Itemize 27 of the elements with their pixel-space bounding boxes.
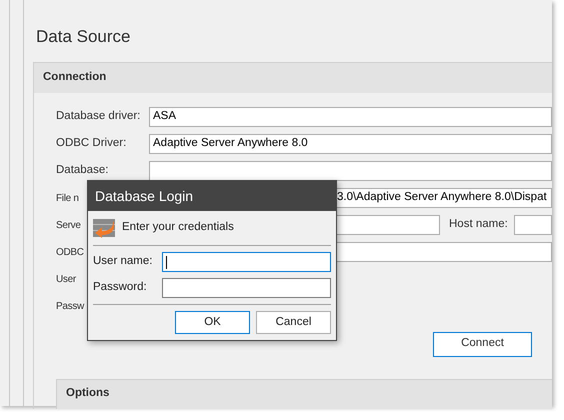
text-field[interactable]: ASA xyxy=(149,107,552,127)
text-field[interactable] xyxy=(162,252,331,272)
text-field[interactable]: Adaptive Server Anywhere 8.0 xyxy=(149,134,552,154)
text-field[interactable] xyxy=(162,278,331,298)
connect-button[interactable]: Connect xyxy=(433,332,532,356)
section-title: Options xyxy=(66,386,110,402)
field-label: Database: xyxy=(56,163,108,178)
field-label: User xyxy=(56,272,76,286)
text-cursor-icon xyxy=(166,256,167,268)
field-label: Host name: xyxy=(449,217,509,232)
text-field[interactable] xyxy=(514,215,552,235)
field-label: File n xyxy=(56,192,79,206)
dialog-button[interactable]: Cancel xyxy=(256,311,331,334)
field-label: ODBC xyxy=(56,246,84,260)
field-label: Serve xyxy=(56,218,81,232)
field-label: ODBC Driver: xyxy=(56,136,126,152)
text-field[interactable] xyxy=(149,161,552,181)
field-label: User name: xyxy=(93,254,154,270)
field-label: Password: xyxy=(93,280,148,296)
dialog-title: Database Login xyxy=(95,186,194,206)
database-arrow-icon xyxy=(93,218,117,238)
dialog-message: Enter your credentials xyxy=(122,220,234,236)
field-label: Passw xyxy=(56,300,84,314)
dialog-button[interactable]: OK xyxy=(175,311,250,334)
page-title: Data Source xyxy=(36,26,132,48)
field-label: Database driver: xyxy=(56,109,140,124)
section-title: Connection xyxy=(43,70,106,85)
